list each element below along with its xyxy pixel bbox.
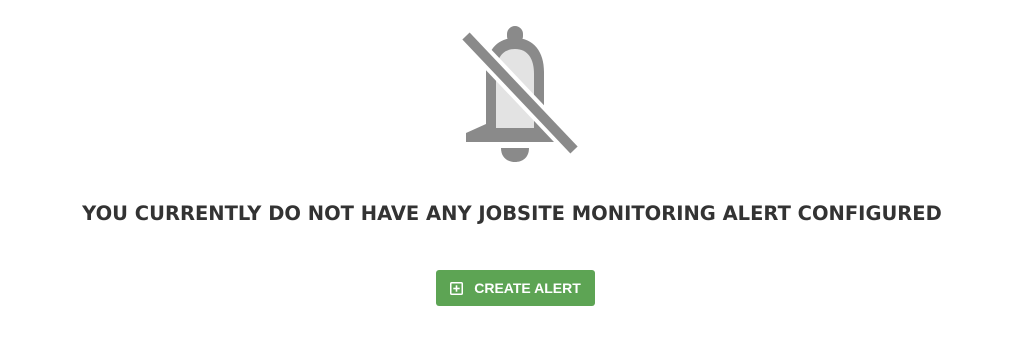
bell-slash-icon bbox=[456, 22, 582, 164]
create-alert-label: CREATE ALERT bbox=[474, 280, 581, 296]
empty-state: YOU CURRENTLY DO NOT HAVE ANY JOBSITE MO… bbox=[0, 0, 1024, 346]
create-alert-button[interactable]: CREATE ALERT bbox=[436, 270, 595, 306]
empty-state-message: YOU CURRENTLY DO NOT HAVE ANY JOBSITE MO… bbox=[82, 202, 942, 225]
plus-square-icon bbox=[450, 281, 464, 295]
